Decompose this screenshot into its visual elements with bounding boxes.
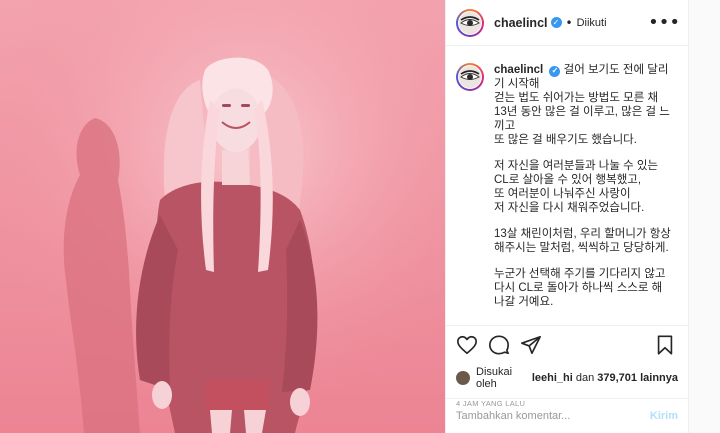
share-icon[interactable] bbox=[520, 334, 544, 358]
caption-paragraph: 걸어 보기도 전에 달리기 시작해 걷는 법도 쉬어가는 방법도 모른 채 13… bbox=[494, 64, 670, 146]
post-side-panel: chaelincl ✓ • Diikuti ••• chaelincl ✓ 걸어… bbox=[445, 0, 689, 433]
avatar[interactable] bbox=[456, 8, 484, 37]
caption-paragraph: 13살 채린이처럼, 우리 할머니가 항상 해주시는 말처럼, 씩씩하고 당당하… bbox=[494, 228, 675, 254]
liker-username[interactable]: leehi_hi bbox=[532, 372, 573, 384]
follow-status-button[interactable]: Diikuti bbox=[577, 17, 607, 29]
caption-username[interactable]: chaelincl bbox=[494, 64, 543, 76]
bookmark-icon[interactable] bbox=[654, 334, 678, 358]
liker-avatar[interactable] bbox=[456, 371, 470, 385]
send-button[interactable]: Kirim bbox=[650, 410, 678, 422]
instagram-post: chaelincl ✓ • Diikuti ••• chaelincl ✓ 걸어… bbox=[0, 0, 720, 433]
likes-suffix[interactable]: lainnya bbox=[640, 372, 678, 384]
photo-illustration bbox=[0, 0, 445, 433]
caption-text: chaelincl ✓ 걸어 보기도 전에 달리기 시작해 걷는 법도 쉬어가는… bbox=[494, 63, 672, 309]
comment-bar: Kirim bbox=[446, 398, 688, 433]
page-margin bbox=[689, 0, 720, 433]
post-username[interactable]: chaelincl bbox=[494, 16, 548, 30]
caption-paragraph: 저 자신을 여러분들과 나눌 수 있는 CL로 살아올 수 있어 행복했고, 또… bbox=[494, 160, 659, 214]
more-icon[interactable]: ••• bbox=[648, 12, 680, 33]
comment-input[interactable] bbox=[456, 410, 650, 422]
likes-summary: Disukai oleh leehi_hi dan 379,701 lainny… bbox=[456, 366, 678, 390]
caption-paragraph: 누군가 선택해 주기를 기다리지 않고 다시 CL로 돌아가 하나씩 스스로 해… bbox=[494, 268, 669, 308]
verified-icon: ✓ bbox=[549, 65, 561, 77]
comment-icon[interactable] bbox=[488, 334, 512, 358]
post-photo[interactable] bbox=[0, 0, 445, 433]
likes-count[interactable]: 379,701 bbox=[597, 372, 637, 384]
separator-dot: • bbox=[565, 15, 573, 30]
heart-icon[interactable] bbox=[456, 334, 480, 358]
post-header: chaelincl ✓ • Diikuti ••• bbox=[446, 0, 688, 46]
likes-prefix: Disukai oleh bbox=[476, 366, 513, 390]
post-actions: Disukai oleh leehi_hi dan 379,701 lainny… bbox=[446, 325, 688, 408]
likes-and: dan bbox=[575, 372, 595, 384]
caption: chaelincl ✓ 걸어 보기도 전에 달리기 시작해 걷는 법도 쉬어가는… bbox=[446, 47, 688, 324]
verified-icon: ✓ bbox=[550, 17, 562, 28]
caption-avatar[interactable] bbox=[456, 63, 484, 91]
